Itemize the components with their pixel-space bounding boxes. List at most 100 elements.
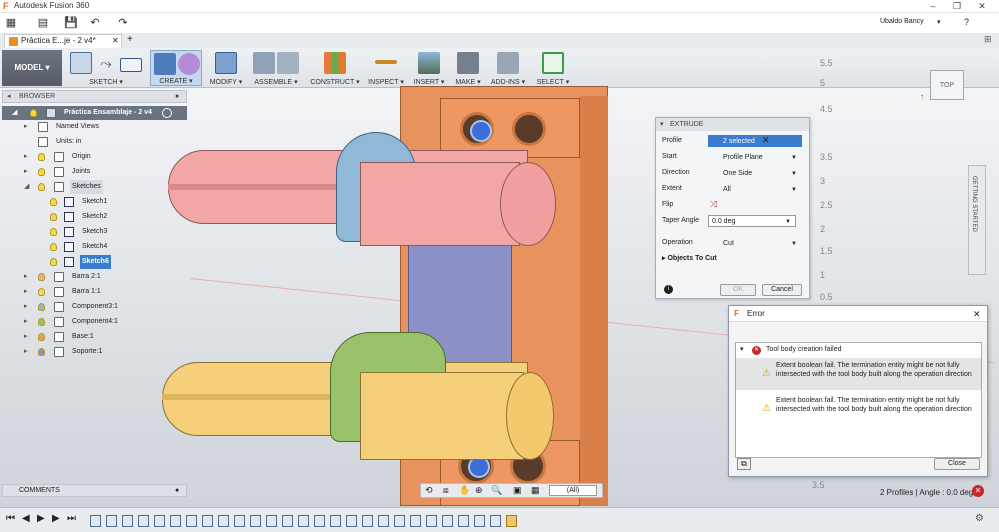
fit-icon[interactable]: 🔍: [491, 485, 502, 496]
create-sketch-icon[interactable]: [70, 52, 92, 74]
3d-print-icon[interactable]: [457, 52, 479, 74]
display-settings-icon[interactable]: ▣: [513, 485, 522, 496]
zoom-icon[interactable]: ⊕: [475, 485, 483, 496]
operation-dropdown[interactable]: Cut ▼: [708, 237, 802, 249]
extrude-header[interactable]: ▾ EXTRUDE: [656, 118, 809, 131]
timeline-feature[interactable]: [186, 515, 197, 527]
form-icon[interactable]: [178, 53, 200, 75]
offset-plane-icon[interactable]: [324, 52, 346, 74]
timeline-feature[interactable]: [106, 515, 117, 527]
timeline-feature[interactable]: [458, 515, 469, 527]
inspect-menu[interactable]: INSPECT ▾: [366, 78, 406, 86]
redo-icon[interactable]: ↷: [116, 16, 130, 30]
go-to-start-icon[interactable]: ⏮: [6, 513, 15, 524]
activate-component-icon[interactable]: [162, 108, 172, 118]
tree-item[interactable]: ▸ Origin: [2, 150, 187, 164]
timeline-feature[interactable]: [362, 515, 373, 527]
timeline-feature[interactable]: [202, 515, 213, 527]
play-icon[interactable]: ▶: [37, 513, 45, 524]
timeline-feature[interactable]: [234, 515, 245, 527]
info-icon[interactable]: i: [664, 285, 673, 294]
view-cube-top-face[interactable]: TOP: [930, 70, 964, 100]
comments-panel[interactable]: COMMENTS ●: [2, 484, 187, 497]
tree-item[interactable]: Sketch3: [2, 225, 187, 239]
data-panel-icon[interactable]: ▦: [4, 16, 18, 30]
direction-dropdown[interactable]: One Side ▼: [708, 167, 802, 179]
timeline-feature[interactable]: [394, 515, 405, 527]
tree-item[interactable]: Sketch6: [2, 255, 187, 269]
create-group[interactable]: CREATE ▾: [150, 50, 202, 86]
tree-item[interactable]: Sketch2: [2, 210, 187, 224]
collapse-dialog-icon[interactable]: ▾: [660, 118, 664, 131]
copy-icon[interactable]: ⧉: [737, 458, 751, 470]
upper-hole-right[interactable]: [512, 112, 546, 146]
measure-icon[interactable]: [375, 60, 397, 64]
timeline-feature[interactable]: [138, 515, 149, 527]
timeline-feature[interactable]: [314, 515, 325, 527]
rectangle-icon[interactable]: [120, 58, 142, 72]
timeline-feature[interactable]: [266, 515, 277, 527]
modify-menu[interactable]: MODIFY ▾: [208, 78, 244, 86]
tab-list-icon[interactable]: ⊞: [984, 34, 992, 45]
orbit-icon[interactable]: ⟲: [425, 485, 433, 496]
objects-to-cut-toggle[interactable]: ▸ Objects To Cut: [662, 252, 717, 266]
step-forward-icon[interactable]: ▶: [52, 513, 60, 524]
grid-settings-icon[interactable]: ▦: [531, 485, 540, 496]
minimize-button[interactable]: –: [921, 0, 945, 13]
create-menu[interactable]: CREATE ▾: [151, 77, 201, 85]
timeline-feature[interactable]: [474, 515, 485, 527]
sketch-group[interactable]: ⤳ SKETCH ▾: [68, 50, 144, 86]
selected-profile-upper[interactable]: [470, 120, 492, 142]
timeline-feature[interactable]: [442, 515, 453, 527]
insert-image-icon[interactable]: [418, 52, 440, 74]
tree-item[interactable]: ▸ Joints: [2, 165, 187, 179]
add-ins-menu[interactable]: ADD-INS ▾: [488, 78, 528, 86]
browser-options-icon[interactable]: ●: [175, 91, 179, 102]
timeline-feature[interactable]: [122, 515, 133, 527]
ok-button[interactable]: OK: [720, 284, 756, 296]
timeline-feature-active[interactable]: [506, 515, 517, 527]
press-pull-icon[interactable]: [215, 52, 237, 74]
undo-icon[interactable]: ↶: [88, 16, 102, 30]
close-error-icon[interactable]: ✕: [973, 306, 981, 322]
workspace-switcher[interactable]: MODEL ▾: [2, 50, 62, 86]
construct-group[interactable]: CONSTRUCT ▾: [308, 50, 362, 86]
tree-item[interactable]: Sketch1: [2, 195, 187, 209]
timeline-feature[interactable]: [90, 515, 101, 527]
flip-icon[interactable]: ⤨: [710, 199, 721, 210]
timeline-feature[interactable]: [154, 515, 165, 527]
zoom-level-dropdown[interactable]: (All): [549, 485, 597, 496]
timeline-track[interactable]: [88, 510, 518, 530]
close-button[interactable]: Close: [934, 458, 980, 470]
timeline-feature[interactable]: [282, 515, 293, 527]
go-to-end-icon[interactable]: ⏭: [67, 513, 76, 524]
insert-group[interactable]: INSERT ▾: [410, 50, 448, 86]
collapse-browser-icon[interactable]: ◂: [7, 91, 11, 102]
assemble-menu[interactable]: ASSEMBLE ▾: [250, 78, 302, 86]
error-status-icon[interactable]: ✕: [972, 485, 984, 497]
timeline-feature[interactable]: [490, 515, 501, 527]
start-dropdown[interactable]: Profile Plane ▼: [708, 151, 802, 163]
help-icon[interactable]: ?: [964, 17, 969, 27]
step-back-icon[interactable]: ◀: [22, 513, 30, 524]
timeline-feature[interactable]: [410, 515, 421, 527]
tree-item[interactable]: ▸ Named Views: [2, 120, 187, 134]
tree-root[interactable]: ◢ Práctica Ensamblaje - 2 v4: [2, 106, 187, 120]
tree-item[interactable]: ◢ Sketches: [2, 180, 187, 194]
tree-item[interactable]: ▸ Component4:1: [2, 315, 187, 329]
select-group[interactable]: SELECT ▾: [534, 50, 572, 86]
error-message-row[interactable]: ⚠ Extent boolean fail. The termination e…: [736, 358, 981, 390]
tree-item[interactable]: ▸ Component3:1: [2, 300, 187, 314]
scripts-icon[interactable]: [497, 52, 519, 74]
user-name[interactable]: Ubaldo Bancy: [880, 18, 924, 25]
document-tab[interactable]: Práctica E...je - 2 v4* ✕: [4, 34, 122, 48]
new-tab-icon[interactable]: +: [127, 34, 133, 45]
browser-header[interactable]: ◂ BROWSER ●: [2, 90, 187, 103]
tree-item[interactable]: ▸ Soporte:1: [2, 345, 187, 359]
view-cube[interactable]: TOP ↑: [920, 60, 980, 110]
modify-group[interactable]: MODIFY ▾: [208, 50, 244, 86]
timeline-settings-icon[interactable]: ⚙: [975, 513, 984, 524]
clear-selection-icon[interactable]: ✕: [762, 135, 770, 146]
restore-button[interactable]: ❐: [945, 0, 969, 13]
save-icon[interactable]: 💾: [64, 16, 78, 30]
